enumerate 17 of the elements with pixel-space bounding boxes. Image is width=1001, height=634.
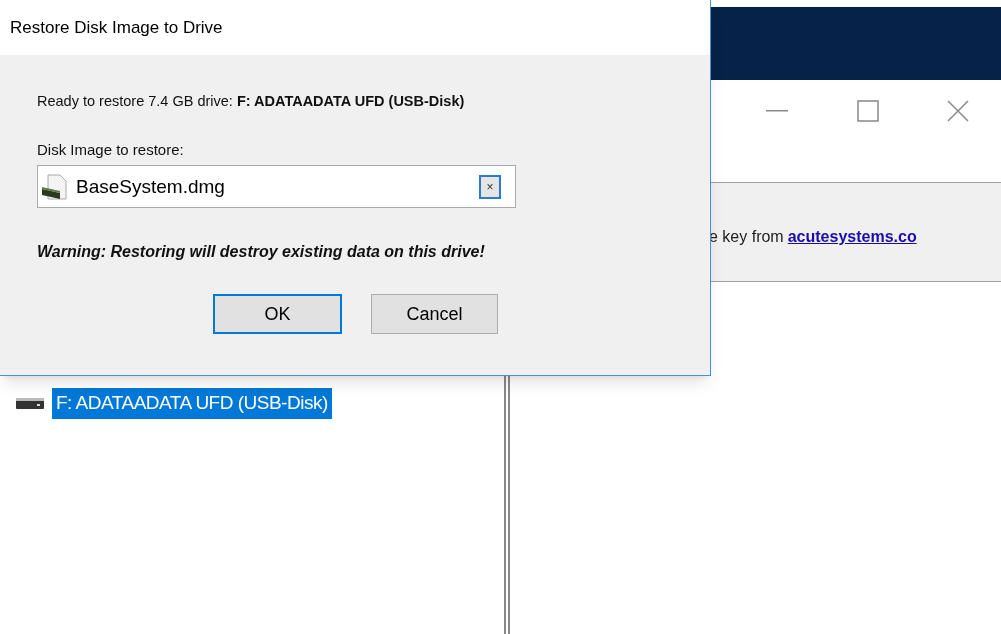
ready-text: Ready to restore 7.4 GB drive: F: ADATAADATA UFD (USB-Disk) [37,92,466,111]
maximize-icon[interactable] [857,100,879,122]
field-label: Disk Image to restore: [37,139,185,160]
drive-item[interactable]: F: ADATAADATA UFD (USB-Disk) [52,388,332,419]
file-field[interactable]: BaseSystem.dmg × [37,165,516,209]
warning-text: Warning: Restoring will destroy existing data on this drive! [37,242,486,263]
clear-button[interactable]: × [479,174,501,199]
close-icon[interactable] [947,100,969,122]
drive-icon [16,396,44,411]
pane-splitter[interactable] [504,375,510,634]
minimize-icon[interactable] [766,110,788,112]
disk-image-icon [40,172,70,201]
link[interactable]: acutesystems.co [787,225,917,249]
file-name: BaseSystem.dmg [76,174,226,199]
dialog-button[interactable]: OK [213,294,342,335]
dialog-button[interactable]: Cancel [371,294,498,335]
dialog-title: Restore Disk Image to Drive [10,16,223,39]
